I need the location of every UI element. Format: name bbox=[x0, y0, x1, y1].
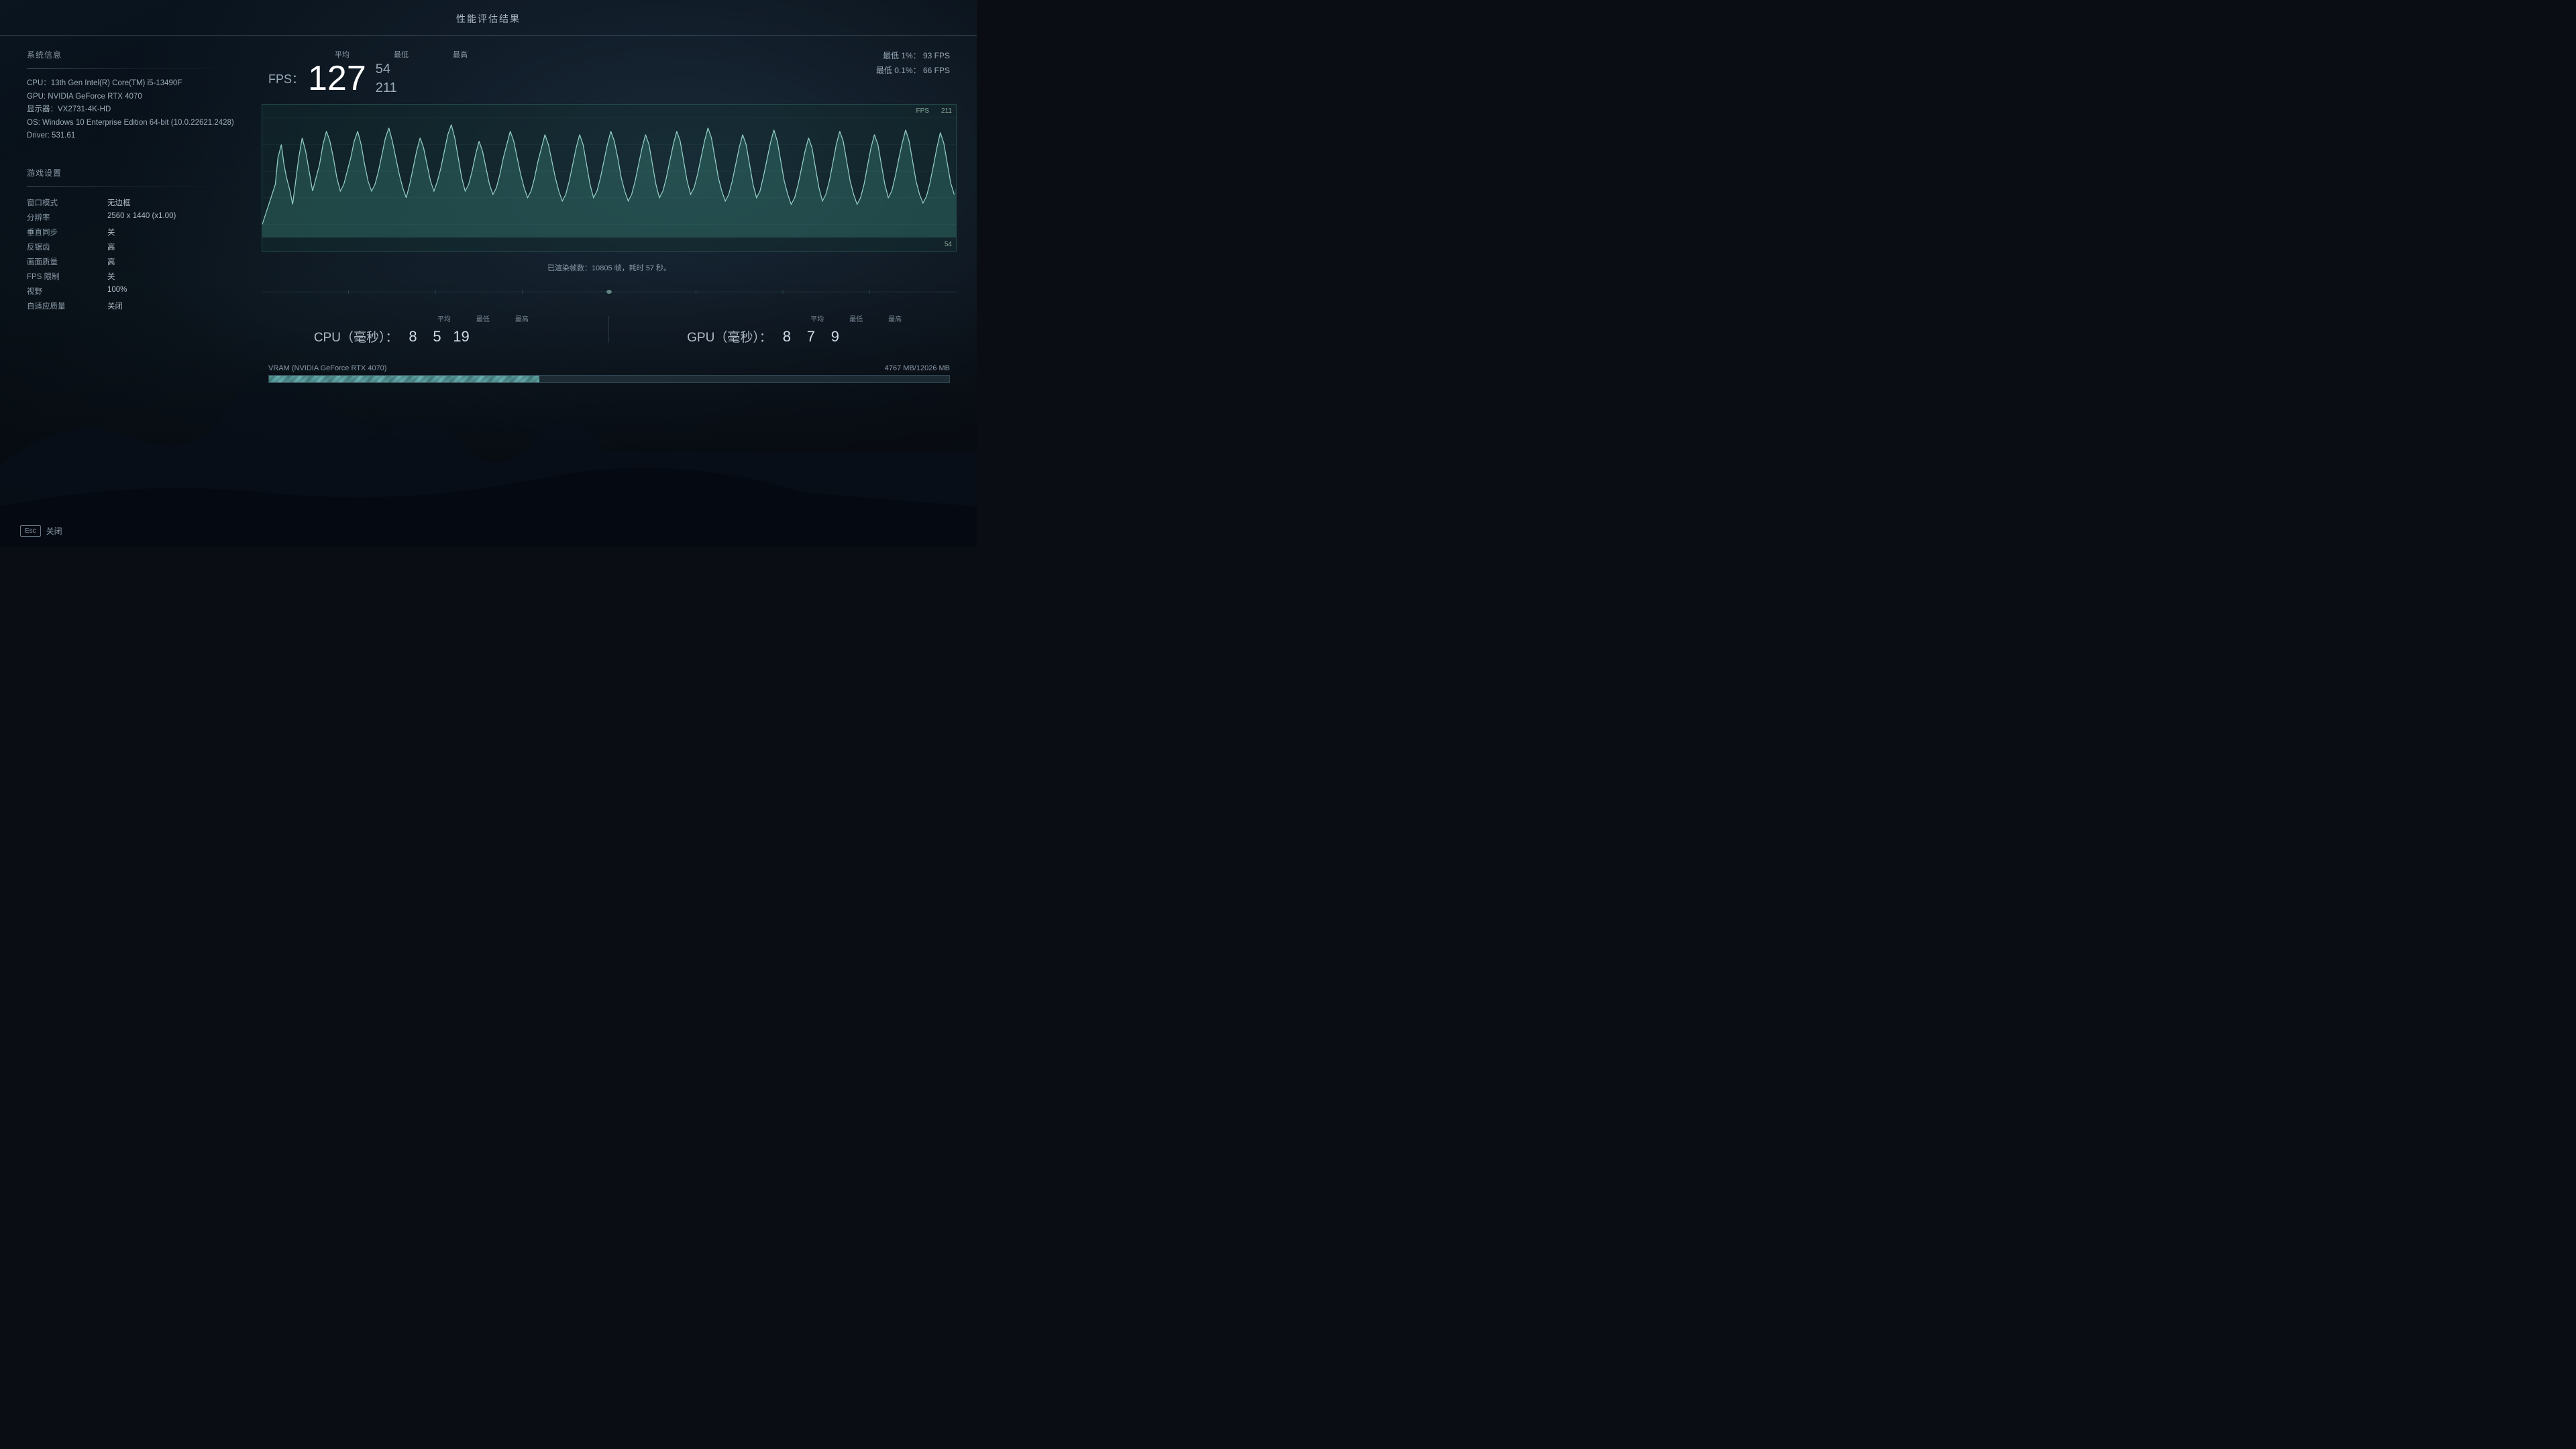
settings-label: 分辨率 bbox=[27, 210, 107, 225]
settings-row: 反锯齿高 bbox=[27, 239, 241, 254]
fps-avg-header: 平均 bbox=[329, 49, 356, 60]
perf-divider bbox=[608, 316, 609, 343]
cpu-max-header: 最高 bbox=[513, 313, 531, 323]
settings-label: 画面质量 bbox=[27, 254, 107, 269]
chart-max-label: 211 bbox=[941, 107, 952, 115]
cpu-label: CPU（毫秒）： bbox=[314, 327, 398, 345]
game-settings-title: 游戏设置 bbox=[27, 167, 241, 181]
vram-label-row: VRAM (NVIDIA GeForce RTX 4070) 4767 MB/1… bbox=[268, 364, 950, 372]
close-label: 关闭 bbox=[46, 525, 62, 537]
settings-row: 视野100% bbox=[27, 284, 241, 299]
title-bar: 性能评估结果 bbox=[0, 0, 977, 36]
settings-value: 关 bbox=[107, 269, 241, 284]
esc-key[interactable]: Esc bbox=[20, 525, 41, 537]
fps-max-header: 最高 bbox=[447, 49, 474, 60]
gpu-max-value: 9 bbox=[826, 328, 845, 345]
settings-label: 垂直同步 bbox=[27, 225, 107, 239]
fps-avg-value: 127 bbox=[308, 61, 366, 96]
fps-chart-svg bbox=[262, 105, 956, 251]
cpu-max-value: 19 bbox=[451, 328, 470, 345]
fps-label: FPS： bbox=[268, 70, 304, 87]
fps-display: FPS： 127 54 211 bbox=[268, 61, 474, 96]
fps-main-block: 平均 最低 最高 FPS： 127 54 211 bbox=[268, 49, 474, 96]
render-info: 已渲染帧数：10805 帧，耗时 57 秒。 bbox=[262, 260, 957, 276]
cpu-avg-value: 8 bbox=[403, 328, 422, 345]
fps-min-value: 54 bbox=[376, 61, 397, 77]
fps-stats-row: 平均 最低 最高 FPS： 127 54 211 最低 1%： 93 bbox=[262, 49, 957, 96]
settings-value: 高 bbox=[107, 254, 241, 269]
vram-usage: 4767 MB/12026 MB bbox=[885, 364, 950, 372]
cpu-stats-block: 平均 最低 最高 CPU（毫秒）： 8 5 19 bbox=[314, 313, 531, 345]
left-panel: 系统信息 CPU：13th Gen Intel(R) Core(TM) i5-1… bbox=[27, 49, 241, 533]
system-info-divider bbox=[27, 68, 241, 69]
system-driver: Driver: 531.61 bbox=[27, 129, 241, 143]
esc-close-bar: Esc 关闭 bbox=[20, 525, 62, 537]
settings-label: 窗口模式 bbox=[27, 195, 107, 210]
settings-value: 2560 x 1440 (x1.00) bbox=[107, 210, 241, 225]
gpu-avg-value: 8 bbox=[777, 328, 796, 345]
settings-row: 窗口模式无边框 bbox=[27, 195, 241, 210]
settings-label: 视野 bbox=[27, 284, 107, 299]
fps-max-value: 211 bbox=[376, 80, 397, 96]
fps-percentile-01: 最低 0.1%： 66 FPS bbox=[876, 64, 950, 78]
timeline-bar bbox=[262, 285, 957, 299]
gpu-min-value: 7 bbox=[802, 328, 820, 345]
timeline-svg bbox=[262, 285, 957, 299]
settings-value: 无边框 bbox=[107, 195, 241, 210]
settings-row: 垂直同步关 bbox=[27, 225, 241, 239]
cpu-avg-header: 平均 bbox=[435, 313, 453, 323]
settings-row: FPS 限制关 bbox=[27, 269, 241, 284]
fps-min-header: 最低 bbox=[388, 49, 415, 60]
settings-row: 分辨率2560 x 1440 (x1.00) bbox=[27, 210, 241, 225]
gpu-stats-block: 平均 最低 最高 GPU（毫秒）： 8 7 9 bbox=[687, 313, 904, 345]
gpu-avg-header: 平均 bbox=[808, 313, 826, 323]
settings-row: 自适应质量关闭 bbox=[27, 299, 241, 313]
settings-label: FPS 限制 bbox=[27, 269, 107, 284]
gpu-label: GPU（毫秒）： bbox=[687, 327, 772, 345]
system-gpu: GPU: NVIDIA GeForce RTX 4070 bbox=[27, 91, 241, 104]
fps-chart: FPS 211 54 bbox=[262, 104, 957, 252]
vram-section: VRAM (NVIDIA GeForce RTX 4070) 4767 MB/1… bbox=[262, 359, 957, 388]
settings-value: 高 bbox=[107, 239, 241, 254]
system-os: OS: Windows 10 Enterprise Edition 64-bit… bbox=[27, 117, 241, 130]
settings-table: 窗口模式无边框分辨率2560 x 1440 (x1.00)垂直同步关反锯齿高画面… bbox=[27, 195, 241, 313]
chart-min-label: 54 bbox=[945, 241, 952, 248]
gpu-max-header: 最高 bbox=[885, 313, 904, 323]
fps-chart-label: FPS bbox=[916, 107, 929, 115]
system-cpu: CPU：13th Gen Intel(R) Core(TM) i5-13490F bbox=[27, 77, 241, 91]
fps-percentile-1: 最低 1%： 93 FPS bbox=[876, 49, 950, 64]
settings-row: 画面质量高 bbox=[27, 254, 241, 269]
fps-percentiles: 最低 1%： 93 FPS 最低 0.1%： 66 FPS bbox=[876, 49, 950, 78]
settings-value: 100% bbox=[107, 284, 241, 299]
fps-min-max: 54 211 bbox=[376, 61, 397, 96]
cpu-min-value: 5 bbox=[427, 328, 446, 345]
settings-label: 自适应质量 bbox=[27, 299, 107, 313]
game-settings-section: 游戏设置 窗口模式无边框分辨率2560 x 1440 (x1.00)垂直同步关反… bbox=[27, 167, 241, 313]
perf-stats-row: 平均 最低 最高 CPU（毫秒）： 8 5 19 bbox=[262, 308, 957, 351]
page-title: 性能评估结果 bbox=[0, 12, 977, 25]
system-display: 显示器：VX2731-4K-HD bbox=[27, 103, 241, 117]
vram-bar-fill bbox=[269, 376, 539, 382]
gpu-min-header: 最低 bbox=[847, 313, 865, 323]
vram-bar-stripe bbox=[269, 376, 539, 382]
cpu-min-header: 最低 bbox=[474, 313, 492, 323]
right-panel: 平均 最低 最高 FPS： 127 54 211 最低 1%： 93 bbox=[262, 49, 957, 533]
vram-bar-container bbox=[268, 375, 950, 383]
settings-label: 反锯齿 bbox=[27, 239, 107, 254]
system-info-section: 系统信息 CPU：13th Gen Intel(R) Core(TM) i5-1… bbox=[27, 49, 241, 143]
vram-label: VRAM (NVIDIA GeForce RTX 4070) bbox=[268, 364, 386, 372]
game-settings-divider bbox=[27, 186, 241, 187]
settings-value: 关闭 bbox=[107, 299, 241, 313]
settings-value: 关 bbox=[107, 225, 241, 239]
system-info-title: 系统信息 bbox=[27, 49, 241, 63]
